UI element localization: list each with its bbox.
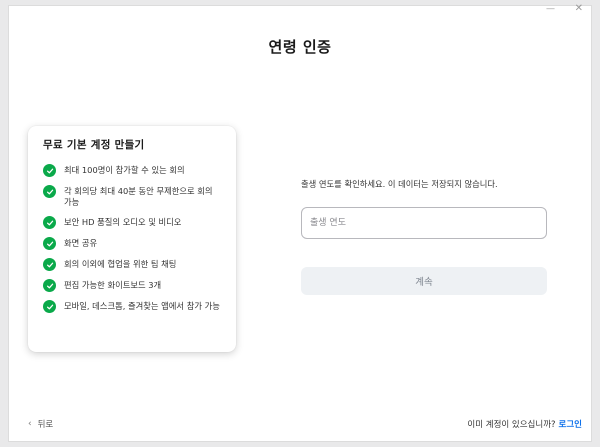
check-circle-icon (43, 216, 56, 229)
feature-text: 모바일, 데스크톱, 즐겨찾는 앱에서 참가 가능 (64, 301, 220, 311)
feature-item: 각 회의당 최대 40분 동안 무제한으로 회의 가능 (43, 185, 222, 208)
check-circle-icon (43, 237, 56, 250)
app-window: — ✕ 연령 인증 무료 기본 계정 만들기 최대 100명이 참가할 수 있는… (8, 4, 592, 442)
signin-link[interactable]: 로그인 (559, 420, 582, 430)
title-bar: — ✕ (9, 4, 591, 20)
continue-button[interactable]: 계속 (301, 267, 547, 295)
feature-text: 회의 이외에 협업을 위한 팀 채팅 (64, 259, 177, 269)
birth-year-prompt: 출생 연도를 확인하세요. 이 데이터는 저장되지 않습니다. (301, 179, 498, 189)
feature-text: 화면 공유 (64, 238, 98, 248)
feature-item: 모바일, 데스크톱, 즐겨찾는 앱에서 참가 가능 (43, 300, 222, 313)
check-circle-icon (43, 279, 56, 292)
feature-item: 편집 가능한 화이트보드 3개 (43, 279, 222, 292)
feature-item: 보안 HD 품질의 오디오 및 비디오 (43, 216, 222, 229)
check-circle-icon (43, 164, 56, 177)
signin-question: 이미 계정이 있으십니까? (467, 420, 556, 430)
birth-year-input[interactable] (301, 207, 547, 239)
check-circle-icon (43, 300, 56, 313)
back-label: 뒤로 (37, 420, 54, 430)
feature-item: 최대 100명이 참가할 수 있는 회의 (43, 164, 222, 177)
feature-text: 최대 100명이 참가할 수 있는 회의 (64, 165, 185, 175)
feature-list: 최대 100명이 참가할 수 있는 회의 각 회의당 최대 40분 동안 무제한… (43, 164, 222, 313)
basic-account-card: 무료 기본 계정 만들기 최대 100명이 참가할 수 있는 회의 각 회의당 … (28, 126, 236, 352)
feature-item: 화면 공유 (43, 237, 222, 250)
card-title: 무료 기본 계정 만들기 (43, 139, 145, 151)
minimize-icon[interactable]: — (546, 4, 555, 14)
signin-row: 이미 계정이 있으십니까? 로그인 (467, 418, 582, 430)
back-button[interactable]: ‹ 뒤로 (28, 418, 53, 430)
check-circle-icon (43, 185, 56, 198)
close-icon[interactable]: ✕ (575, 4, 583, 14)
chevron-left-icon: ‹ (28, 419, 32, 429)
check-circle-icon (43, 258, 56, 271)
feature-text: 보안 HD 품질의 오디오 및 비디오 (64, 217, 182, 227)
page-title: 연령 인증 (268, 38, 332, 56)
feature-text: 각 회의당 최대 40분 동안 무제한으로 회의 가능 (64, 186, 213, 207)
feature-item: 회의 이외에 협업을 위한 팀 채팅 (43, 258, 222, 271)
feature-text: 편집 가능한 화이트보드 3개 (64, 280, 162, 290)
